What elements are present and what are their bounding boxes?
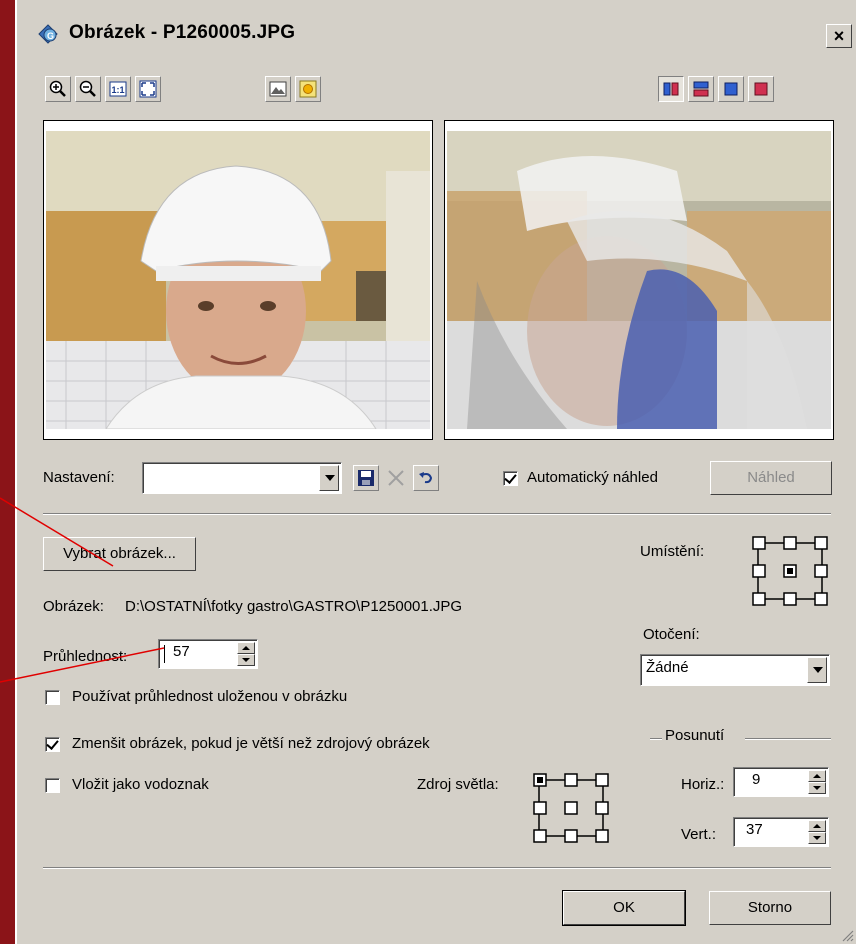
image-path-label: Obrázek: [43,598,104,615]
rotation-combobox[interactable]: Žádné [640,654,830,686]
spin-down-button[interactable] [237,654,255,666]
actual-size-icon: 1:1 [109,81,127,97]
ok-button[interactable]: OK [562,890,686,926]
title-bar[interactable]: G Obrázek - P1260005.JPG × [17,10,856,50]
floppy-icon [358,470,374,486]
offset-legend: Posunutí [665,727,725,744]
auto-preview-checkbox[interactable] [503,471,518,486]
sun-icon [299,80,317,98]
horiz-label: Horiz.: [681,776,725,793]
svg-text:1:1: 1:1 [112,85,125,95]
auto-preview-label: Automatický náhled [527,469,658,486]
cancel-button[interactable]: Storno [709,891,831,925]
use-stored-opacity-label: Používat průhlednost uloženou v obrázku [72,688,348,705]
placement-label: Umístění: [640,543,705,560]
delete-icon [388,470,404,486]
dialog-window: G Obrázek - P1260005.JPG × 1:1 Nastavení… [15,0,856,944]
red-square-button[interactable] [748,76,774,102]
undo-button[interactable] [413,465,439,491]
preview-button[interactable]: Náhled [710,461,832,495]
opacity-label: Průhlednost: [43,648,128,665]
offset-group-line [745,738,831,740]
opacity-value: 57 [173,643,190,660]
horiz-spinner[interactable]: 9 [733,767,829,797]
svg-text:G: G [47,31,54,41]
rotation-label: Otočení: [643,626,700,643]
source-image-preview [43,120,433,440]
spin-up-button[interactable] [808,770,826,782]
vert-value: 37 [746,821,763,838]
use-stored-opacity-checkbox[interactable] [45,690,60,705]
split-vertical-icon [663,82,679,96]
select-image-button[interactable]: Vybrat obrázek... [43,537,196,571]
placement-grid[interactable] [752,536,828,606]
zoom-in-icon [49,80,66,97]
close-button[interactable]: × [826,24,852,48]
vert-label: Vert.: [681,826,717,843]
spin-up-button[interactable] [237,642,255,654]
watermark-label: Vložit jako vodoznak [72,776,209,793]
separator [43,513,831,515]
horiz-value: 9 [752,771,761,788]
split-horizontal-icon [693,81,709,97]
shrink-checkbox[interactable] [45,737,60,752]
rotation-value: Žádné [646,659,689,676]
chevron-down-icon[interactable] [319,465,339,491]
landscape-button[interactable] [265,76,291,102]
opacity-spinner[interactable]: 57 [158,639,258,669]
split-horizontal-button[interactable] [688,76,714,102]
blended-photo [447,131,831,429]
app-icon: G [37,22,59,44]
undo-icon [419,472,433,484]
settings-label: Nastavení: [43,469,115,486]
zoom-in-button[interactable] [45,76,71,102]
spin-down-button[interactable] [808,782,826,794]
split-vertical-button[interactable] [658,76,684,102]
landscape-icon [269,81,287,97]
shrink-label: Zmenšit obrázek, pokud je větší než zdro… [72,735,430,752]
window-title: Obrázek - P1260005.JPG [69,22,296,43]
spin-up-button[interactable] [808,820,826,832]
offset-group-line [650,738,662,740]
blue-square-button[interactable] [718,76,744,102]
watermark-checkbox[interactable] [45,778,60,793]
sun-button[interactable] [295,76,321,102]
resize-grip-icon[interactable] [840,928,854,942]
fit-window-button[interactable] [135,76,161,102]
save-settings-button[interactable] [353,465,379,491]
red-square-icon [754,82,768,96]
actual-size-button[interactable]: 1:1 [105,76,131,102]
chef-photo [46,131,430,429]
separator [43,867,831,869]
blue-square-icon [724,82,738,96]
result-image-preview [444,120,834,440]
image-path-value: D:\OSTATNÍ\fotky gastro\GASTRO\P1250001.… [125,598,463,615]
chevron-down-icon[interactable] [807,657,827,683]
fit-window-icon [139,80,157,98]
text-cursor [164,645,165,663]
light-source-grid[interactable] [533,773,609,843]
light-source-label: Zdroj světla: [417,776,499,793]
zoom-out-button[interactable] [75,76,101,102]
delete-settings-button[interactable] [383,465,409,491]
settings-combobox[interactable] [142,462,342,494]
spin-down-button[interactable] [808,832,826,844]
vert-spinner[interactable]: 37 [733,817,829,847]
zoom-out-icon [79,80,96,97]
